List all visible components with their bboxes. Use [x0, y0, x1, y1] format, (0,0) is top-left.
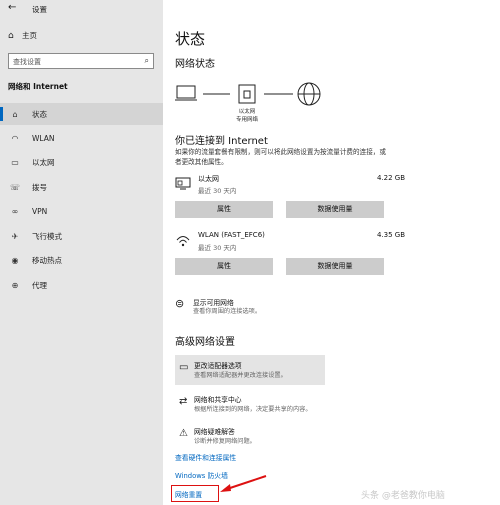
connected-description: 如果你的流量套餐有限制，则可以将此网络设置为按流量计费的连接，或者更改其他属性。 [175, 148, 386, 166]
show-networks-desc: 查看你周围的连接选项。 [193, 308, 262, 315]
page-title: 状态 [175, 30, 206, 48]
sidebar-item-label: 以太网 [32, 157, 55, 167]
diagram-label-2: 专用网络 [236, 115, 259, 123]
connection-usage-period: 最近 30 天内 [198, 187, 237, 195]
app-title: 设置 [32, 5, 47, 14]
properties-button[interactable]: 属性 [175, 258, 273, 275]
sidebar-item-label: VPN [32, 206, 48, 216]
sidebar-item-label: 代理 [32, 280, 47, 290]
data-usage-button[interactable]: 数据使用量 [286, 258, 384, 275]
search-placeholder: 查找设置 [13, 58, 41, 66]
home-icon: ⌂ [12, 109, 18, 119]
network-diagram: 以太网 专用网络 [175, 80, 335, 124]
network-reset-highlight: 网络重置 [171, 485, 219, 502]
sidebar-item-proxy[interactable]: ⊕ 代理 [0, 274, 163, 296]
sidebar-item-vpn[interactable]: ∞ VPN [0, 200, 163, 222]
sidebar-item-airplane[interactable]: ✈ 飞行模式 [0, 225, 163, 247]
sidebar-item-label: 状态 [32, 109, 47, 119]
network-reset-link[interactable]: 网络重置 [175, 489, 202, 499]
hotspot-icon: ◉ [11, 255, 19, 265]
search-input[interactable]: 查找设置 ⌕ [8, 53, 154, 69]
ethernet-port-icon [238, 84, 256, 104]
adv-item-desc: 诊断并修复网络问题。 [194, 438, 256, 445]
network-sharing-center[interactable]: ⇄ 网络和共享中心 根据所连接到的网络，决定要共享的内容。 [175, 389, 325, 419]
view-hardware-properties-link[interactable]: 查看硬件和连接属性 [175, 452, 236, 462]
properties-button[interactable]: 属性 [175, 201, 273, 218]
connection-name: 以太网 [198, 175, 219, 183]
sidebar-item-ethernet[interactable]: ▭ 以太网 [0, 151, 163, 173]
connection-ethernet: 以太网 最近 30 天内 4.22 GB 属性 数据使用量 [175, 173, 405, 218]
connected-title: 你已连接到 Internet [175, 136, 268, 147]
connection-data-size: 4.35 GB [376, 231, 405, 239]
ethernet-pc-icon [175, 177, 191, 190]
sidebar-item-hotspot[interactable]: ◉ 移动热点 [0, 249, 163, 271]
connection-wlan: WLAN (FAST_EFC6) 最近 30 天内 4.35 GB 属性 数据使… [175, 230, 405, 275]
connection-data-size: 4.22 GB [376, 174, 405, 182]
titlebar: ← 设置 [0, 0, 163, 18]
watermark: 头条 @老爸教你电脑 [361, 491, 445, 501]
connection-usage-period: 最近 30 天内 [198, 244, 237, 252]
network-troubleshooter[interactable]: ⚠ 网络疑难解答 诊断并修复网络问题。 [175, 421, 325, 451]
globe-icon: ⊕ [11, 280, 19, 290]
airplane-icon: ✈ [11, 231, 19, 241]
wifi-icon [176, 236, 190, 247]
data-usage-button[interactable]: 数据使用量 [286, 201, 384, 218]
adv-item-title: 网络和共享中心 [194, 396, 242, 404]
sidebar-item-label: 拨号 [32, 182, 47, 192]
sidebar-home[interactable]: ⌂ 主页 [8, 30, 37, 41]
sharing-icon: ⇄ [179, 396, 188, 407]
wifi-icon: ◠ [11, 133, 19, 143]
sidebar-home-label: 主页 [22, 31, 37, 40]
sidebar-item-status[interactable]: ⌂ 状态 [0, 103, 163, 125]
phone-icon: ☏ [9, 182, 20, 192]
home-icon: ⌂ [8, 30, 14, 41]
sidebar-item-label: 移动热点 [32, 255, 62, 265]
network-status-title: 网络状态 [175, 59, 215, 70]
adv-item-title: 网络疑难解答 [194, 428, 235, 436]
ethernet-icon: ▭ [11, 157, 19, 167]
advanced-settings-title: 高级网络设置 [175, 337, 235, 348]
computer-icon [175, 85, 197, 101]
back-arrow-icon[interactable]: ← [8, 2, 16, 13]
vpn-icon: ∞ [11, 206, 19, 216]
show-available-networks[interactable]: ⊜ 显示可用网络 查看你周围的连接选项。 [175, 297, 405, 323]
adv-item-title: 更改适配器选项 [194, 362, 242, 370]
main-content: 状态 网络状态 以太网 专用网络 你已连接到 Internet 如果你的流量套餐… [163, 0, 500, 505]
warning-icon: ⚠ [179, 428, 188, 439]
diagram-label-1: 以太网 [239, 107, 256, 115]
network-search-icon: ⊜ [175, 297, 185, 310]
sidebar: ← 设置 ⌂ 主页 查找设置 ⌕ 网络和 Internet ⌂ 状态 ◠ WLA… [0, 0, 163, 505]
monitor-icon: ▭ [179, 362, 189, 373]
adv-item-desc: 查看网络适配器并更改连接设置。 [194, 372, 287, 379]
adv-item-desc: 根据所连接到的网络，决定要共享的内容。 [194, 406, 312, 413]
search-icon[interactable]: ⌕ [145, 56, 149, 66]
network-diagram-svg: 以太网 专用网络 [175, 82, 321, 123]
sidebar-item-label: 飞行模式 [32, 231, 62, 241]
sidebar-section-title: 网络和 Internet [8, 82, 68, 91]
change-adapter-options[interactable]: ▭ 更改适配器选项 查看网络适配器并更改连接设置。 [175, 355, 325, 385]
sidebar-item-wlan[interactable]: ◠ WLAN [0, 127, 163, 149]
connection-name: WLAN (FAST_EFC6) [198, 231, 265, 239]
red-arrow-icon [220, 475, 267, 492]
globe-icon [297, 82, 321, 106]
sidebar-item-label: WLAN [32, 133, 55, 143]
sidebar-item-dialup[interactable]: ☏ 拨号 [0, 176, 163, 198]
